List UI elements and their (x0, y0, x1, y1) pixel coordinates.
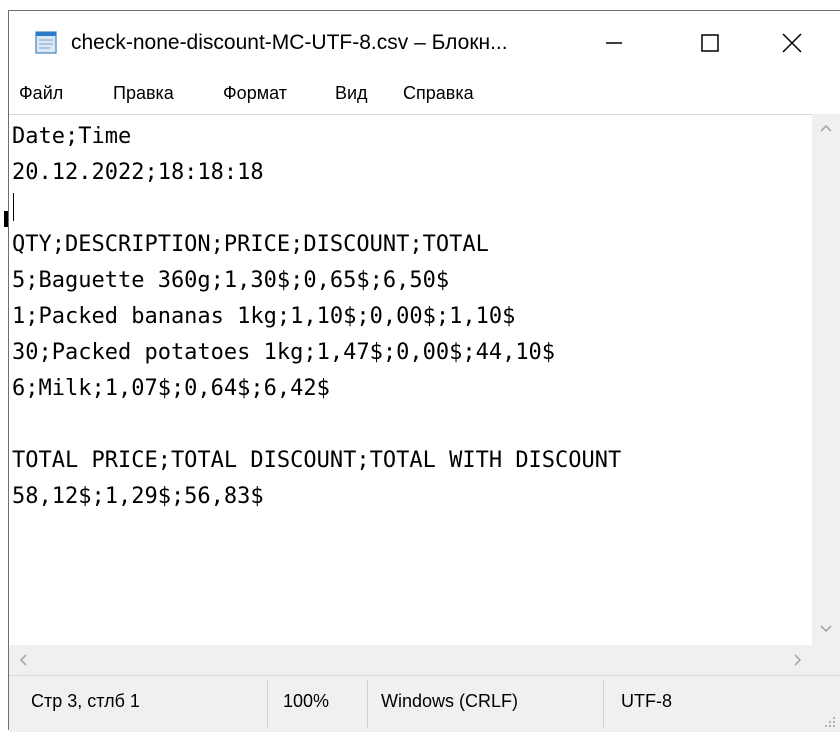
status-position: Стр 3, стлб 1 (31, 691, 140, 711)
editor-line: QTY;DESCRIPTION;PRICE;DISCOUNT;TOTAL (12, 232, 489, 257)
status-zoom: 100% (283, 691, 330, 711)
status-divider (603, 680, 604, 728)
background-heading-fragment (0, 0, 840, 10)
chevron-up-icon[interactable] (819, 123, 833, 133)
menu-format[interactable]: Формат (223, 83, 287, 104)
vertical-scrollbar[interactable] (812, 114, 840, 645)
chevron-right-icon[interactable] (793, 653, 803, 667)
menu-view[interactable]: Вид (335, 83, 368, 104)
editor-line: TOTAL PRICE;TOTAL DISCOUNT;TOTAL WITH DI… (12, 448, 622, 473)
scrollbar-corner (812, 645, 840, 675)
minimize-icon (606, 42, 622, 44)
horizontal-scrollbar[interactable] (9, 645, 812, 675)
text-editor-area[interactable]: Date;Time 20.12.2022;18:18:18 QTY;DESCRI… (9, 114, 812, 646)
editor-line: 58,12$;1,29$;56,83$ (12, 484, 264, 509)
status-line-ending: Windows (CRLF) (381, 691, 519, 711)
editor-line: Date;Time (12, 124, 132, 149)
window-title: check-none-discount-MC-UTF-8.csv – Блокн… (71, 31, 508, 54)
menu-bar: Файл Правка Формат Вид Справка (9, 75, 840, 113)
menu-file[interactable]: Файл (19, 83, 63, 104)
editor-line: 1;Packed bananas 1kg;1,10$;0,00$;1,10$ (12, 304, 516, 329)
menu-edit[interactable]: Правка (113, 83, 174, 104)
chevron-down-icon[interactable] (819, 624, 833, 634)
notepad-window: check-none-discount-MC-UTF-8.csv – Блокн… (8, 10, 840, 732)
status-bar: Стр 3, стлб 1 100% Windows (CRLF) UTF-8 (9, 675, 840, 732)
editor-line: 20.12.2022;18:18:18 (12, 160, 264, 185)
title-bar[interactable]: check-none-discount-MC-UTF-8.csv – Блокн… (9, 11, 840, 75)
close-button[interactable] (744, 11, 840, 75)
chevron-left-icon[interactable] (18, 653, 28, 667)
editor-line: 30;Packed potatoes 1kg;1,47$;0,00$;44,10… (12, 340, 556, 365)
resize-grip-icon[interactable] (824, 716, 836, 728)
text-caret (13, 193, 14, 221)
notepad-icon (35, 31, 57, 54)
status-divider (267, 680, 268, 728)
close-icon (782, 33, 802, 53)
editor-line: 5;Baguette 360g;1,30$;0,65$;6,50$ (12, 268, 450, 293)
status-encoding: UTF-8 (621, 691, 672, 711)
menu-help[interactable]: Справка (403, 83, 474, 104)
status-divider (367, 680, 368, 728)
editor-line: 6;Milk;1,07$;0,64$;6,42$ (12, 376, 330, 401)
maximize-icon (701, 34, 719, 52)
minimize-button[interactable] (566, 11, 662, 75)
